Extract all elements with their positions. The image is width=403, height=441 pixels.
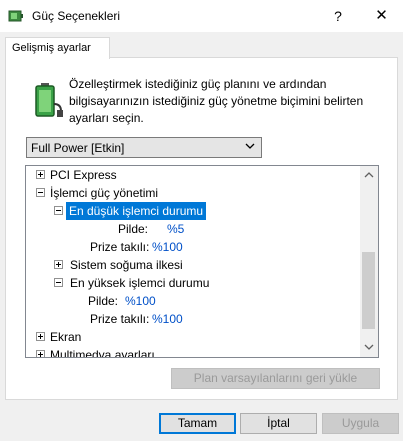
scroll-up-icon[interactable] xyxy=(364,170,374,180)
expand-cooling[interactable] xyxy=(54,260,63,269)
max-plugged-label: Prize takılı: xyxy=(90,312,150,326)
restore-defaults-button[interactable]: Plan varsayılanlarını geri yükle xyxy=(171,368,380,389)
intro-text: Özelleştirmek istediğiniz güç planını ve… xyxy=(69,77,364,125)
tree-item-processor-power[interactable]: İşlemci güç yönetimi xyxy=(50,184,158,202)
min-plugged-value[interactable]: %100 xyxy=(152,238,183,256)
battery-plug-icon xyxy=(35,83,63,117)
power-plan-dropdown[interactable]: Full Power [Etkin] xyxy=(26,137,262,158)
chevron-down-icon xyxy=(245,143,255,149)
tree-item-max-processor-state[interactable]: En yüksek işlemci durumu xyxy=(70,274,209,292)
collapse-max-state[interactable] xyxy=(54,278,63,287)
collapse-min-state[interactable] xyxy=(54,206,63,215)
min-plugged-label: Prize takılı: xyxy=(90,240,150,254)
tree-item-min-processor-state[interactable]: En düşük işlemci durumu xyxy=(66,202,207,220)
max-battery-value[interactable]: %100 xyxy=(125,292,156,310)
cancel-button[interactable]: İptal xyxy=(240,413,317,434)
help-button[interactable]: ? xyxy=(320,0,356,32)
apply-button[interactable]: Uygula xyxy=(322,413,399,434)
tree-item-display[interactable]: Ekran xyxy=(50,328,81,346)
scrollbar-thumb[interactable] xyxy=(362,252,375,329)
tree-item-pci-express[interactable]: PCI Express xyxy=(50,166,117,184)
expand-display[interactable] xyxy=(36,332,45,341)
window-title: Güç Seçenekleri xyxy=(32,9,121,23)
max-plugged-value[interactable]: %100 xyxy=(152,310,183,328)
ok-button[interactable]: Tamam xyxy=(159,413,236,434)
tab-label: Gelişmiş ayarlar xyxy=(12,42,91,54)
settings-tree[interactable]: PCI Express İşlemci güç yönetimi En düşü… xyxy=(25,165,379,358)
tab-advanced-settings[interactable]: Gelişmiş ayarlar xyxy=(5,37,110,59)
title-bar: Güç Seçenekleri ? ✕ xyxy=(0,0,403,32)
min-battery-value[interactable]: %5 xyxy=(167,220,184,238)
tree-item-cooling-policy[interactable]: Sistem soğuma ilkesi xyxy=(70,256,183,274)
power-plan-value: Full Power [Etkin] xyxy=(31,141,125,155)
expand-multimedia[interactable] xyxy=(36,350,45,357)
expand-pci-express[interactable] xyxy=(36,170,45,179)
close-button[interactable]: ✕ xyxy=(360,0,403,32)
tree-scrollbar[interactable] xyxy=(360,166,378,357)
min-battery-label: Pilde: xyxy=(118,222,149,236)
max-battery-label: Pilde: xyxy=(88,294,119,308)
tree-item-multimedia[interactable]: Multimedya ayarları xyxy=(50,346,155,357)
power-options-icon xyxy=(8,10,23,22)
scroll-down-icon[interactable] xyxy=(364,342,374,352)
collapse-processor[interactable] xyxy=(36,188,45,197)
